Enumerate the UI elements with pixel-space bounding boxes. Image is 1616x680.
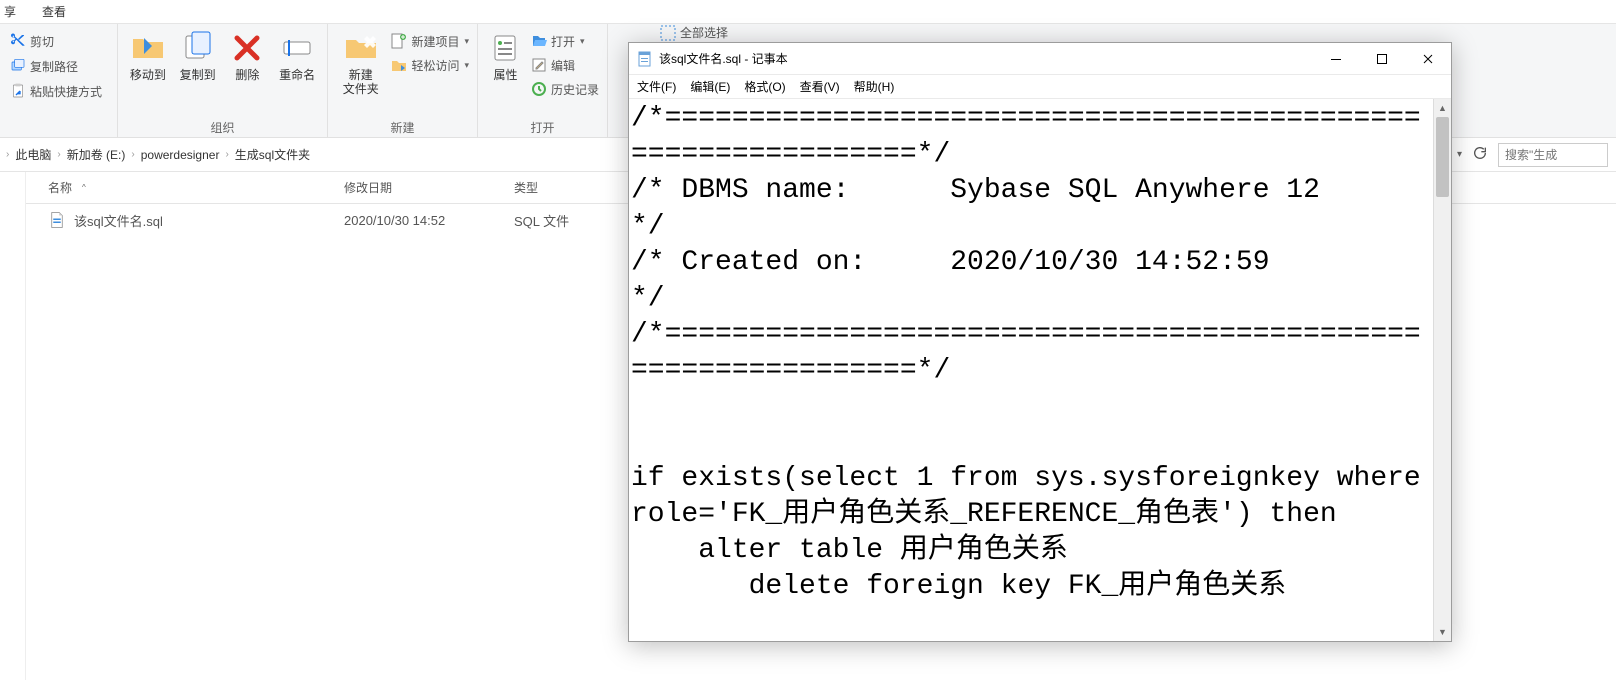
edit-label: 编辑	[551, 57, 575, 74]
column-header-modified[interactable]: 修改日期	[344, 179, 514, 196]
open-group-label: 打开	[486, 119, 599, 137]
menu-format[interactable]: 格式(O)	[744, 78, 785, 95]
copy-path-button[interactable]: 复制路径	[8, 55, 104, 77]
properties-label: 属性	[493, 68, 517, 82]
easy-access-label: 轻松访问	[411, 57, 459, 74]
explorer-tab-strip: 享 查看	[0, 0, 1616, 24]
breadcrumb-sql-folder[interactable]: 生成sql文件夹	[235, 146, 310, 163]
scroll-up-icon[interactable]: ▲	[1434, 99, 1451, 117]
scroll-down-icon[interactable]: ▼	[1434, 623, 1451, 641]
easy-access-icon	[391, 57, 407, 73]
cut-button[interactable]: 剪切	[8, 30, 104, 52]
clipboard-group-label	[8, 119, 109, 137]
new-folder-button[interactable]: 新建 文件夹	[336, 26, 385, 119]
sql-file-icon	[48, 211, 66, 229]
breadcrumb-drive-e[interactable]: 新加卷 (E:)›	[67, 146, 135, 163]
file-modified: 2020/10/30 14:52	[344, 213, 514, 228]
refresh-icon[interactable]	[1472, 145, 1488, 164]
notepad-title: 该sql文件名.sql - 记事本	[659, 50, 1313, 67]
organize-group-label: 组织	[126, 119, 319, 137]
menu-edit[interactable]: 编辑(E)	[690, 78, 730, 95]
open-button[interactable]: 打开▾	[531, 30, 599, 52]
address-dropdown-icon[interactable]: ▾	[1457, 149, 1462, 160]
properties-icon	[487, 30, 523, 66]
properties-button[interactable]: 属性	[486, 26, 525, 119]
delete-icon	[229, 30, 265, 66]
copy-path-icon	[10, 58, 26, 74]
history-icon	[531, 81, 547, 97]
menu-file[interactable]: 文件(F)	[637, 78, 676, 95]
move-to-icon	[130, 30, 166, 66]
move-to-button[interactable]: 移动到	[126, 26, 170, 119]
new-folder-icon	[343, 30, 379, 66]
scissors-icon	[10, 33, 26, 49]
paste-shortcut-icon	[10, 83, 26, 99]
new-folder-label: 新建 文件夹	[343, 68, 379, 96]
new-item-label: 新建项目	[411, 33, 459, 50]
paste-shortcut-button[interactable]: 粘贴快捷方式	[8, 80, 104, 102]
move-to-label: 移动到	[130, 68, 166, 82]
breadcrumb-powerdesigner[interactable]: powerdesigner›	[141, 148, 229, 162]
maximize-button[interactable]	[1359, 43, 1405, 74]
search-input[interactable]	[1498, 143, 1608, 167]
minimize-icon	[1330, 53, 1342, 65]
menu-view[interactable]: 查看(V)	[800, 78, 840, 95]
new-item-icon	[391, 33, 407, 49]
file-type: SQL 文件	[514, 211, 614, 230]
scroll-thumb[interactable]	[1436, 117, 1449, 197]
open-label: 打开	[551, 33, 575, 50]
delete-button[interactable]: 删除	[226, 26, 270, 119]
select-all-label: 全部选择	[680, 24, 728, 41]
column-header-type[interactable]: 类型	[514, 179, 614, 196]
tab-view[interactable]: 查看	[42, 3, 66, 20]
column-header-name[interactable]: 名称^	[26, 179, 344, 196]
cut-label: 剪切	[30, 33, 54, 50]
breadcrumb-root-chevron[interactable]: ›	[6, 149, 9, 160]
notepad-menubar: 文件(F) 编辑(E) 格式(O) 查看(V) 帮助(H)	[629, 75, 1451, 99]
edit-icon	[531, 57, 547, 73]
history-label: 历史记录	[551, 81, 599, 98]
nav-pane-strip[interactable]	[0, 172, 26, 680]
paste-shortcut-label: 粘贴快捷方式	[30, 83, 102, 100]
notepad-app-icon	[637, 51, 653, 67]
close-button[interactable]	[1405, 43, 1451, 74]
copy-path-label: 复制路径	[30, 58, 78, 75]
rename-button[interactable]: 重命名	[275, 26, 319, 119]
tab-share[interactable]: 享	[4, 3, 16, 20]
delete-label: 删除	[235, 68, 259, 82]
rename-icon	[279, 30, 315, 66]
close-icon	[1422, 53, 1434, 65]
select-all-icon	[660, 25, 676, 41]
copy-to-icon	[180, 30, 216, 66]
breadcrumb-this-pc[interactable]: 此电脑›	[15, 146, 60, 163]
history-button[interactable]: 历史记录	[531, 78, 599, 100]
file-name: 该sql文件名.sql	[74, 211, 163, 230]
copy-to-button[interactable]: 复制到	[176, 26, 220, 119]
notepad-vertical-scrollbar[interactable]: ▲ ▼	[1433, 99, 1451, 641]
notepad-text-area[interactable]: /*======================================…	[629, 99, 1433, 641]
new-item-button[interactable]: 新建项目▾	[391, 30, 469, 52]
open-icon	[531, 33, 547, 49]
copy-to-label: 复制到	[180, 68, 216, 82]
easy-access-button[interactable]: 轻松访问▾	[391, 54, 469, 76]
edit-button[interactable]: 编辑	[531, 54, 599, 76]
menu-help[interactable]: 帮助(H)	[854, 78, 895, 95]
notepad-titlebar[interactable]: 该sql文件名.sql - 记事本	[629, 43, 1451, 75]
sort-indicator-icon: ^	[82, 183, 86, 192]
maximize-icon	[1376, 53, 1388, 65]
notepad-window: 该sql文件名.sql - 记事本 文件(F) 编辑(E) 格式(O) 查看(V…	[628, 42, 1452, 642]
new-group-label: 新建	[336, 119, 469, 137]
minimize-button[interactable]	[1313, 43, 1359, 74]
rename-label: 重命名	[279, 68, 315, 82]
select-all-peek[interactable]: 全部选择	[660, 24, 728, 41]
